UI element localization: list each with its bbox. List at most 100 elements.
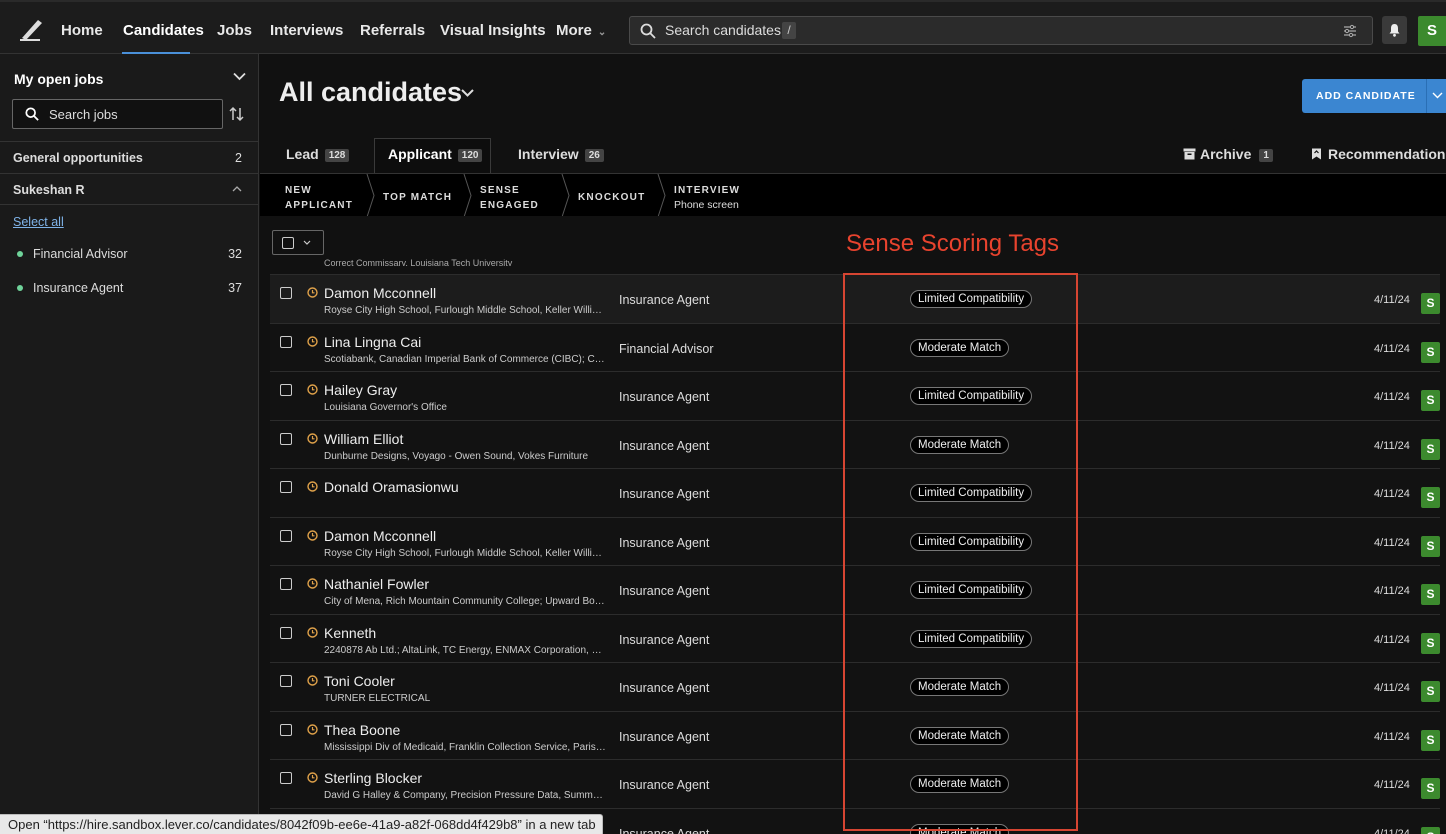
owner-avatar[interactable]: S [1421,632,1440,654]
row-checkbox[interactable] [280,529,292,542]
owner-avatar[interactable]: S [1421,778,1440,799]
sense-scoring-tag[interactable]: Limited Compatibility [910,290,1033,308]
sidebar-job-financial-advisor[interactable]: Financial Advisor 32 [0,245,258,265]
row-checkbox[interactable] [280,675,292,687]
candidate-row[interactable]: Lina Lingna Cai Scotiabank, Canadian Impe… [270,322,1440,371]
row-checkbox[interactable] [280,335,292,348]
nav-interviews[interactable]: Interviews [270,22,343,39]
candidate-name[interactable]: Donald Oramasionwu [324,479,459,495]
candidate-name[interactable]: Damon Mcconnell [324,528,436,544]
stage-sense-engaged[interactable]: SENSE ENGAGED [480,183,539,213]
annotation-label: Sense Scoring Tags [846,230,1060,257]
sense-scoring-tag[interactable]: Moderate Match [910,726,1010,745]
sort-icon[interactable] [229,106,244,122]
tab-applicant[interactable]: Applicant 120 [388,146,483,162]
clock-icon [307,675,318,686]
owner-avatar[interactable]: S [1421,341,1440,363]
job-count: 32 [228,247,242,261]
row-checkbox[interactable] [280,432,292,445]
candidate-row[interactable]: Kenneth 2240878 Ab Ltd.; AltaLink, TC Ene… [270,613,1440,662]
row-checkbox[interactable] [280,723,292,736]
stage-top-match[interactable]: TOP MATCH [383,190,452,205]
sidebar-job-insurance-agent[interactable]: Insurance Agent 37 [0,279,258,299]
sense-scoring-tag[interactable]: Limited Compatibility [910,484,1033,502]
candidate-job: Insurance Agent [619,535,710,550]
row-checkbox[interactable] [280,384,292,396]
chevron-down-icon[interactable] [461,89,474,97]
page-title[interactable]: All candidates [279,77,462,108]
owner-avatar[interactable]: S [1421,293,1440,314]
chevron-down-icon[interactable] [233,72,246,81]
candidate-employers: David G Halley & Company, Precision Pres… [324,790,606,801]
sense-scoring-tag[interactable]: Moderate Match [910,823,1010,834]
candidate-name[interactable]: Hailey Gray [324,382,397,398]
nav-visual-insights[interactable]: Visual Insights [440,22,546,39]
select-all-link[interactable]: Select all [13,215,64,229]
candidate-name[interactable]: William Elliot [324,431,403,447]
row-checkbox[interactable] [280,626,292,639]
bulk-select-checkbox[interactable] [282,237,294,249]
lever-logo-icon[interactable] [18,16,44,42]
candidate-row[interactable]: Sterling Blocker David G Halley & Company… [270,759,1440,808]
user-avatar[interactable]: S [1418,16,1446,46]
notifications-button[interactable] [1382,16,1407,44]
owner-avatar[interactable]: S [1421,729,1440,751]
candidate-row[interactable]: Donald Oramasionwu Insurance Agent Limited… [270,468,1440,517]
nav-referrals[interactable]: Referrals [360,22,425,39]
owner-section[interactable]: Sukeshan R [0,173,258,205]
owner-avatar[interactable]: S [1421,681,1440,702]
candidate-row[interactable]: Damon Mcconnell Royse City High School, F… [270,274,1440,323]
candidate-name[interactable]: Kenneth [324,625,376,641]
row-checkbox[interactable] [280,578,292,590]
nav-jobs[interactable]: Jobs [217,22,252,39]
nav-more[interactable]: More ⌄ [556,22,606,39]
nav-candidates[interactable]: Candidates [123,22,204,39]
sense-scoring-tag[interactable]: Limited Compatibility [910,532,1033,551]
owner-avatar[interactable]: S [1421,390,1440,411]
stage-new-applicant[interactable]: NEW APPLICANT [285,183,353,213]
candidate-name[interactable]: Thea Boone [324,722,400,738]
general-opportunities-row[interactable]: General opportunities 2 [0,141,258,173]
chevron-down-icon[interactable] [1432,92,1443,99]
candidate-name[interactable]: Toni Cooler [324,673,395,689]
candidate-row[interactable]: Hailey Gray Louisiana Governor's Office In… [270,371,1440,420]
row-checkbox[interactable] [280,481,292,493]
tab-interview[interactable]: Interview 26 [518,146,604,162]
bulk-select-dropdown[interactable] [272,230,324,255]
tab-lead[interactable]: Lead 128 [286,146,350,162]
candidate-row[interactable]: Thea Boone Mississippi Div of Medicaid, F… [270,710,1440,759]
sense-scoring-tag[interactable]: Moderate Match [910,678,1010,696]
stage-separator [366,174,375,217]
sense-scoring-tag[interactable]: Moderate Match [910,435,1010,454]
sense-scoring-tag[interactable]: Moderate Match [910,338,1010,357]
owner-avatar[interactable]: S [1421,535,1440,557]
candidate-name[interactable]: Nathaniel Fowler [324,576,429,592]
row-checkbox[interactable] [280,287,292,299]
candidate-name[interactable]: Sterling Blocker [324,770,422,786]
owner-avatar[interactable]: S [1421,826,1440,834]
candidate-name[interactable]: Lina Lingna Cai [324,334,421,350]
sense-scoring-tag[interactable]: Moderate Match [910,775,1010,793]
owner-avatar[interactable]: S [1421,584,1440,605]
row-checkbox[interactable] [280,772,292,784]
candidate-search-input[interactable]: Search candidates / [629,16,1373,45]
candidate-row[interactable]: William Elliot Dunburne Designs, Voyago -… [270,419,1440,468]
nav-home[interactable]: Home [61,22,103,39]
sense-scoring-tag[interactable]: Limited Compatibility [910,387,1033,405]
candidate-name[interactable]: Damon Mcconnell [324,285,436,301]
candidate-row[interactable]: Toni Cooler TURNER ELECTRICAL Insurance Ag… [270,662,1440,711]
owner-avatar[interactable]: S [1421,438,1440,460]
stage-knockout[interactable]: KNOCKOUT [578,190,645,205]
candidate-row[interactable]: Damon Mcconnell Royse City High School, F… [270,516,1440,565]
chevron-down-icon: ⌄ [597,27,607,38]
sense-scoring-tag[interactable]: Limited Compatibility [910,629,1033,648]
sense-scoring-tag[interactable]: Limited Compatibility [910,581,1033,599]
filter-sliders-icon[interactable] [1342,23,1358,39]
stage-interview-phone-screen[interactable]: INTERVIEW Phone screen [674,183,740,213]
job-search-input[interactable]: Search jobs [12,99,223,129]
archive-button[interactable]: Archive 1 [1183,146,1273,162]
add-candidate-button[interactable]: ADD CANDIDATE [1302,79,1446,113]
owner-avatar[interactable]: S [1421,487,1440,508]
candidate-row[interactable]: Nathaniel Fowler City of Mena, Rich Mount… [270,565,1440,614]
recommendations-button[interactable]: Recommendations [1311,146,1446,162]
